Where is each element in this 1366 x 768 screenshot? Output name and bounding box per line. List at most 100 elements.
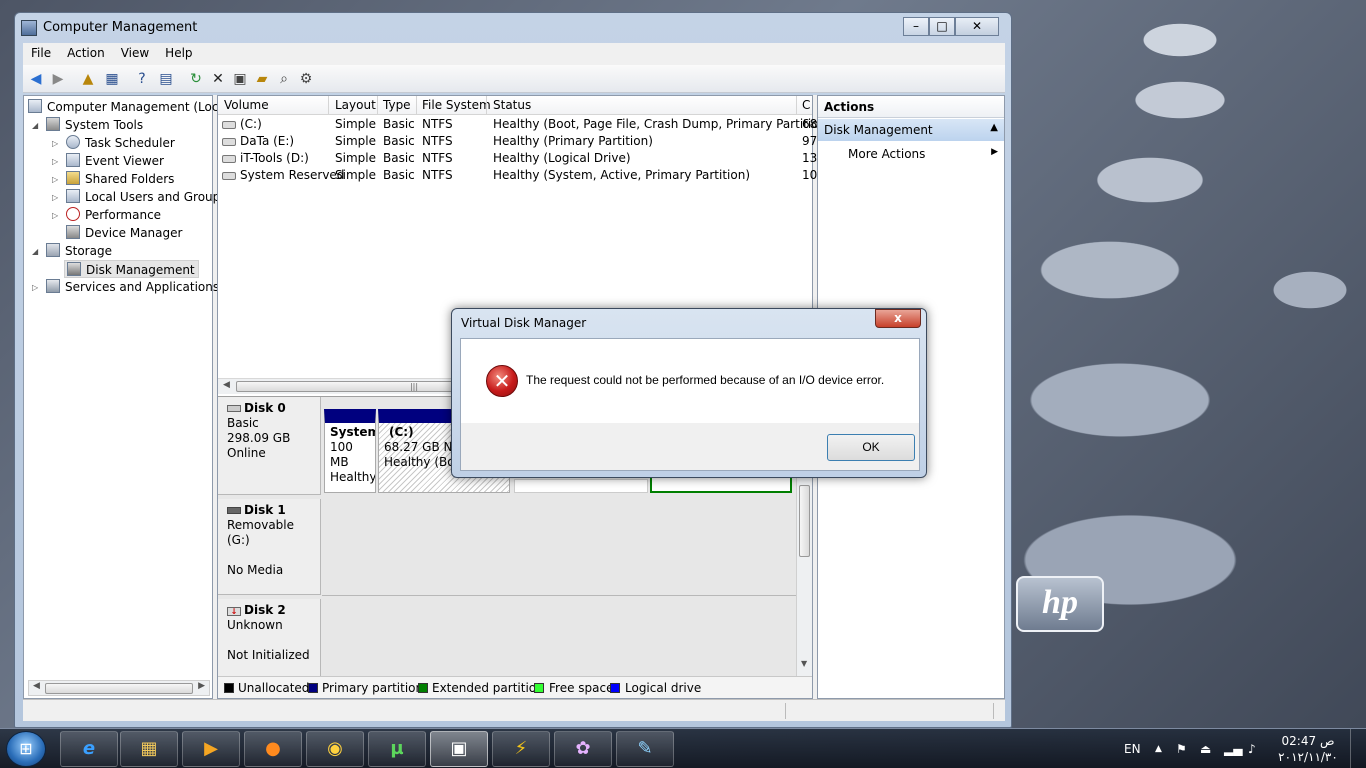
close-button[interactable]: ✕ — [955, 17, 999, 36]
taskbar: ⊞ e ▦ ▶ ● ◉ µ ▣ ⚡ ✿ ✎ EN ▲ ⚑ ⏏ ▂▄ ♪ 02:4… — [0, 728, 1366, 768]
media-player-icon[interactable]: ▶ — [182, 731, 240, 767]
legend-primary: Primary partition — [322, 681, 424, 695]
menu-action[interactable]: Action — [59, 43, 113, 60]
tree-expand-icon[interactable]: ▷ — [52, 193, 58, 202]
tree-item-services[interactable]: Services and Applications — [46, 278, 219, 296]
removable-drive-icon — [227, 507, 241, 514]
volume-icon[interactable]: ♪ — [1248, 729, 1256, 768]
collapse-arrow-icon[interactable]: ▲ — [990, 122, 998, 133]
disk1-label[interactable]: Disk 1 Removable (G:) No Media — [218, 499, 321, 595]
tree-horizontal-scrollbar[interactable]: ◀ ▶ — [28, 680, 210, 696]
menu-view[interactable]: View — [113, 43, 157, 60]
tree-expand-icon[interactable]: ▷ — [32, 283, 38, 292]
show-hide-tree-icon[interactable]: ▦ — [103, 70, 121, 88]
language-indicator[interactable]: EN — [1124, 729, 1141, 768]
drive-icon — [222, 121, 236, 129]
tree-item-device-manager[interactable]: Device Manager — [66, 224, 182, 242]
tree-item-local-users[interactable]: Local Users and Groups — [66, 188, 227, 206]
tree-item-system-tools[interactable]: System Tools — [46, 116, 143, 134]
volume-row[interactable]: (C:) Simple Basic NTFS Healthy (Boot, Pa… — [218, 116, 831, 133]
messenger-icon[interactable]: ✿ — [554, 731, 612, 767]
tree-expand-icon[interactable]: ▷ — [52, 157, 58, 166]
partition-system-reserved[interactable]: System 100 MB Healthy — [324, 409, 376, 493]
col-status[interactable]: Status — [493, 98, 531, 112]
tree-item-performance[interactable]: Performance — [66, 206, 161, 224]
ok-button[interactable]: OK — [827, 434, 915, 461]
volume-row[interactable]: iT-Tools (D:) Simple Basic NTFS Healthy … — [218, 150, 817, 167]
menu-help[interactable]: Help — [157, 43, 200, 60]
title-bar: Computer Management – □ ✕ — [21, 17, 1005, 39]
legend-swatch-logical — [610, 683, 620, 693]
disk0-label[interactable]: Disk 0 Basic 298.09 GB Online — [218, 397, 321, 495]
properties-icon[interactable]: ▣ — [231, 70, 249, 88]
toolbar: ◀ ▶ ▲ ▦ ? ▤ ↻ ✕ ▣ ▰ ⌕ ⚙ — [23, 65, 1005, 93]
show-hidden-icons-icon[interactable]: ▲ — [1155, 729, 1162, 768]
col-file-system[interactable]: File System — [422, 98, 491, 112]
search-icon[interactable]: ⌕ — [275, 70, 293, 88]
network-icon[interactable]: ▂▄ — [1224, 729, 1242, 768]
dialog-close-button[interactable]: x — [875, 309, 921, 328]
tree-scroll-thumb[interactable] — [45, 683, 193, 694]
show-desktop-button[interactable] — [1350, 729, 1366, 768]
disk2-label[interactable]: ↓ Disk 2 Unknown Not Initialized — [218, 599, 321, 677]
internet-explorer-icon[interactable]: e — [60, 731, 118, 767]
legend-logical: Logical drive — [625, 681, 702, 695]
computer-management-taskbar-icon[interactable]: ▣ — [430, 731, 488, 767]
legend-swatch-free — [534, 683, 544, 693]
scroll-right-arrow-icon[interactable]: ▶ — [198, 681, 205, 691]
file-explorer-icon[interactable]: ▦ — [120, 731, 178, 767]
actions-section-disk-management[interactable]: Disk Management ▲ — [818, 119, 1004, 141]
refresh-icon[interactable]: ↻ — [187, 70, 205, 88]
device-manager-icon — [66, 225, 80, 239]
tools-icon — [46, 117, 60, 131]
volume-row[interactable]: System Reserved Simple Basic NTFS Health… — [218, 167, 817, 184]
up-folder-icon[interactable]: ▲ — [79, 70, 97, 88]
col-type[interactable]: Type — [383, 98, 411, 112]
help-icon[interactable]: ? — [133, 70, 151, 88]
minimize-button[interactable]: – — [903, 17, 929, 36]
menu-bar: File Action View Help — [23, 43, 1005, 65]
winamp-icon[interactable]: ⚡ — [492, 731, 550, 767]
tree-expand-icon[interactable]: ▷ — [52, 211, 58, 220]
firefox-icon[interactable]: ● — [244, 731, 302, 767]
submenu-arrow-icon: ▶ — [991, 147, 998, 157]
tree-collapse-icon[interactable]: ◢ — [32, 121, 38, 130]
forward-arrow-icon[interactable]: ▶ — [49, 70, 67, 88]
tree-item-disk-management[interactable]: Disk Management — [64, 260, 199, 278]
start-button[interactable]: ⊞ — [6, 731, 46, 767]
tree-item-storage[interactable]: Storage — [46, 242, 112, 260]
more-actions-item[interactable]: More Actions ▶ — [818, 142, 1004, 164]
scroll-down-arrow-icon[interactable]: ▼ — [801, 659, 807, 668]
volume-row[interactable]: DaTa (E:) Simple Basic NTFS Healthy (Pri… — [218, 133, 817, 150]
delete-icon[interactable]: ✕ — [209, 70, 227, 88]
col-volume[interactable]: Volume — [224, 98, 269, 112]
utorrent-icon[interactable]: µ — [368, 731, 426, 767]
scroll-left-arrow-icon[interactable]: ◀ — [33, 681, 40, 691]
tree-expand-icon[interactable]: ▷ — [52, 175, 58, 184]
scroll-left-arrow-icon[interactable]: ◀ — [223, 380, 230, 390]
show-hide-action-pane-icon[interactable]: ▤ — [157, 70, 175, 88]
back-arrow-icon[interactable]: ◀ — [27, 70, 45, 88]
tree-item-root[interactable]: Computer Management (Local — [28, 98, 229, 116]
drive-icon — [222, 138, 236, 146]
drive-icon — [222, 172, 236, 180]
tree-item-shared-folders[interactable]: Shared Folders — [66, 170, 174, 188]
menu-file[interactable]: File — [23, 43, 59, 60]
tree-item-event-viewer[interactable]: Event Viewer — [66, 152, 164, 170]
partition-data-drive[interactable] — [514, 479, 648, 493]
tree-collapse-icon[interactable]: ◢ — [32, 247, 38, 256]
tree-item-task-scheduler[interactable]: Task Scheduler — [66, 134, 175, 152]
paint-icon[interactable]: ✎ — [616, 731, 674, 767]
clock-time[interactable]: 02:47 ص — [1278, 734, 1338, 748]
chrome-icon[interactable]: ◉ — [306, 731, 364, 767]
open-folder-icon[interactable]: ▰ — [253, 70, 271, 88]
clock-date[interactable]: ٢٠١٢/١١/٣٠ — [1278, 750, 1338, 764]
col-layout[interactable]: Layout — [335, 98, 376, 112]
action-center-icon[interactable]: ⚑ — [1176, 729, 1187, 768]
settings-icon[interactable]: ⚙ — [297, 70, 315, 88]
disk-view-scroll-thumb[interactable] — [799, 485, 810, 557]
col-capacity[interactable]: C — [802, 98, 810, 112]
usb-eject-icon[interactable]: ⏏ — [1200, 729, 1211, 768]
tree-expand-icon[interactable]: ▷ — [52, 139, 58, 148]
maximize-button[interactable]: □ — [929, 17, 955, 36]
